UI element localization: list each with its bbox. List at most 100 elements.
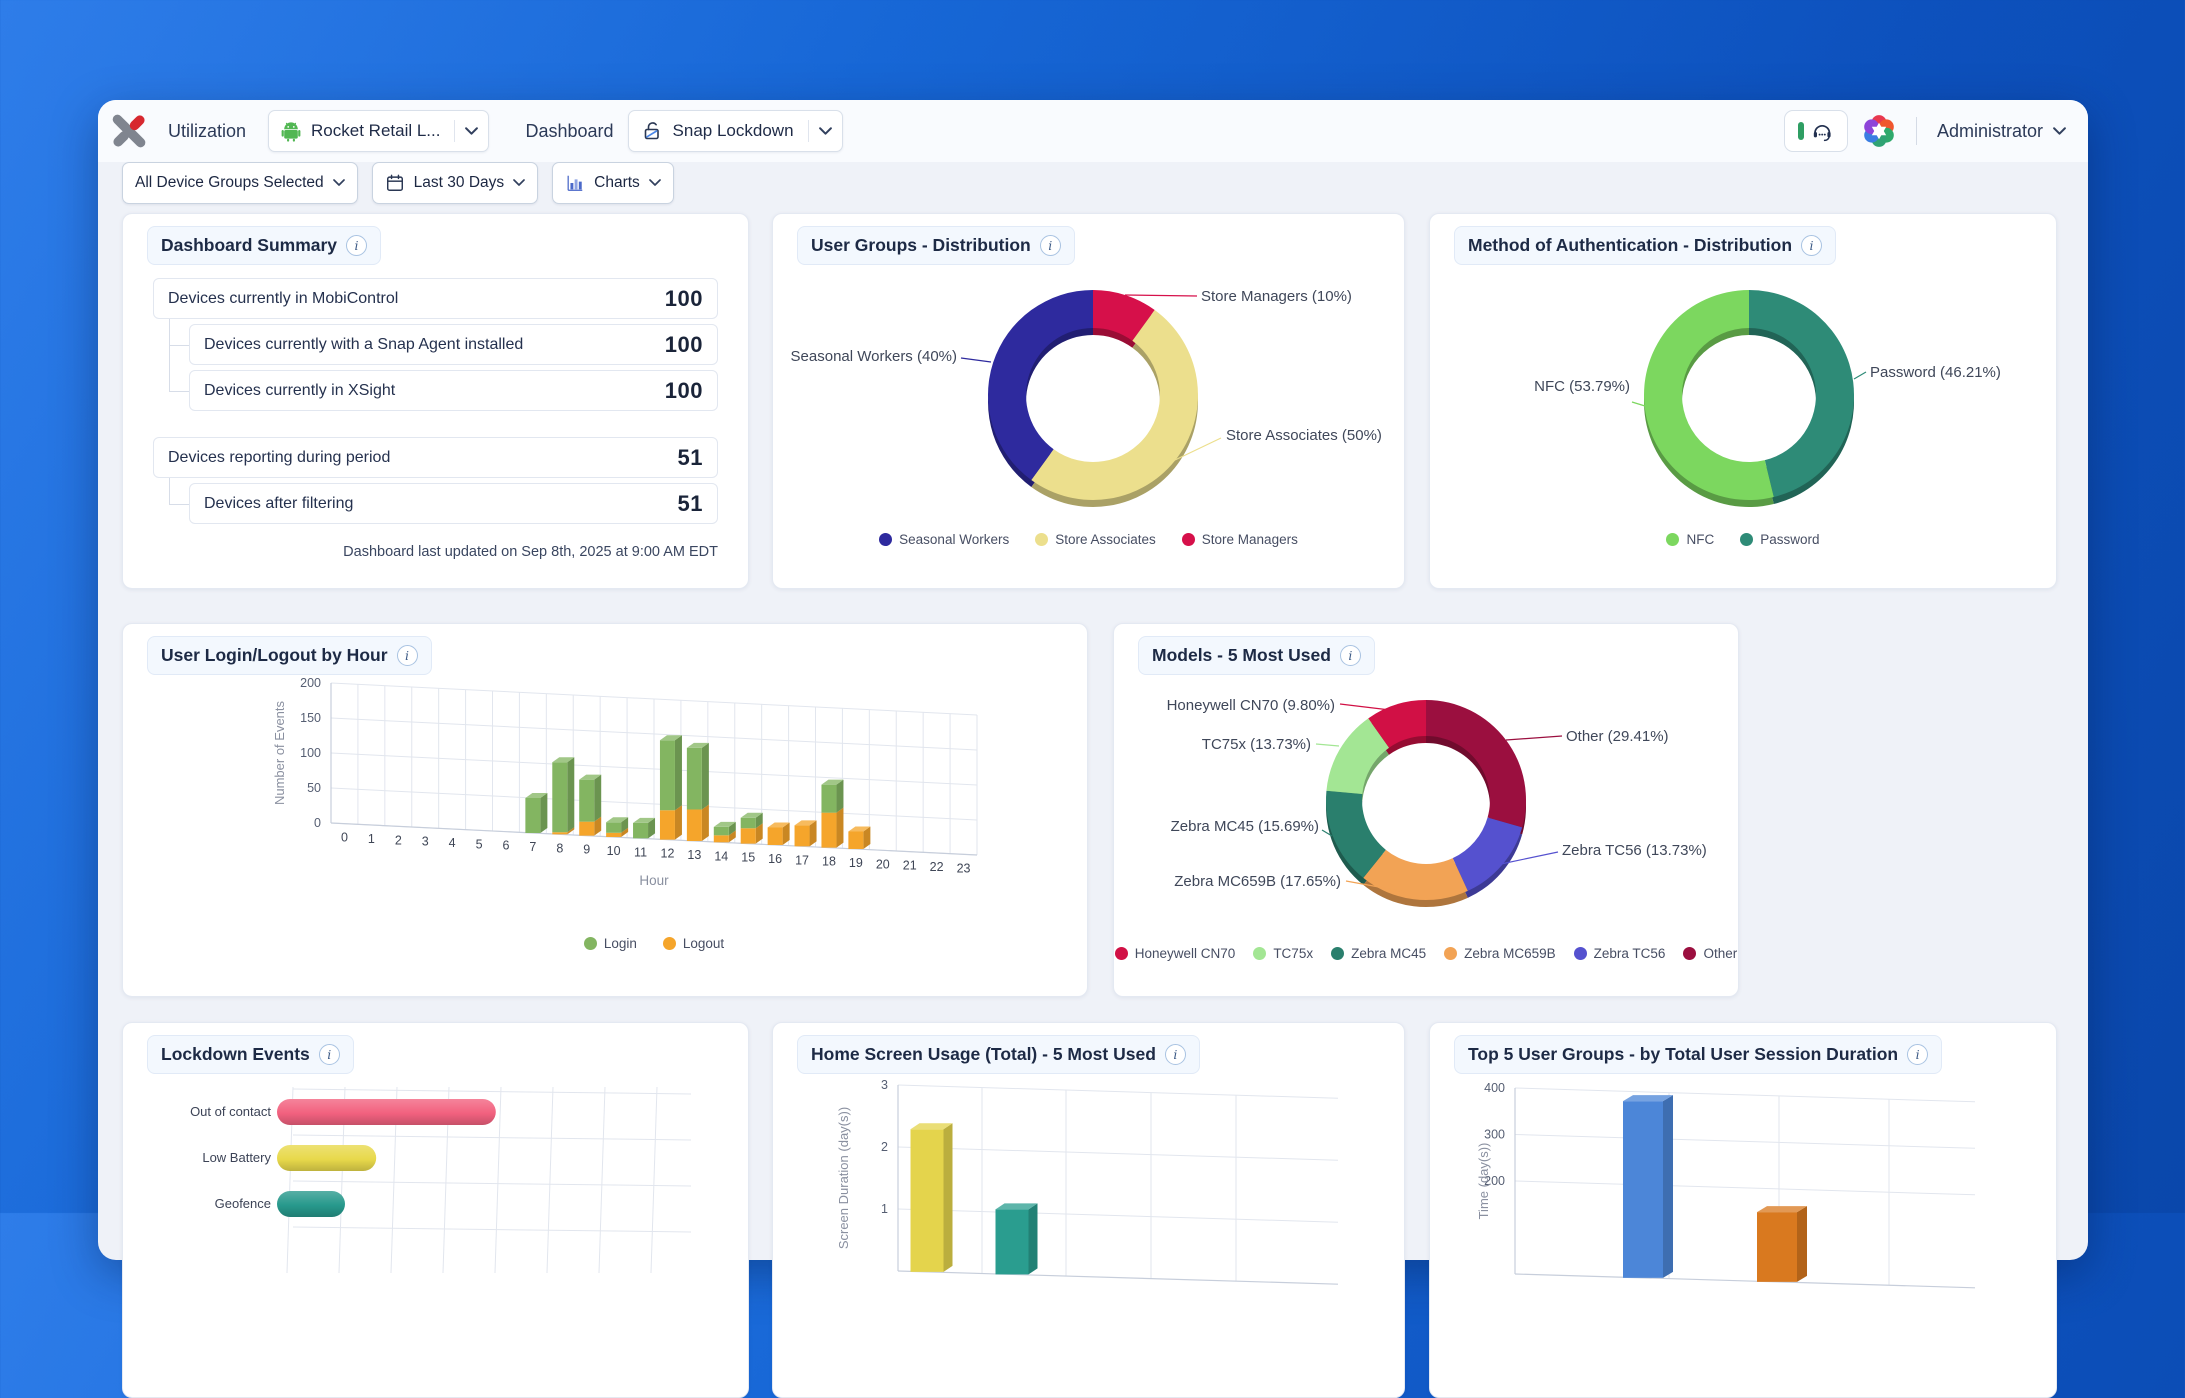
legend-swatch xyxy=(1115,947,1128,960)
summary-row-label: Devices reporting during period xyxy=(168,449,390,467)
donut-callout: Zebra MC659B (17.65%) xyxy=(1174,873,1341,890)
legend-item[interactable]: Store Managers xyxy=(1182,532,1298,547)
last-updated-text: Dashboard last updated on Sep 8th, 2025 … xyxy=(343,544,718,560)
device-group-dropdown[interactable]: Rocket Retail L... xyxy=(268,110,489,152)
info-icon[interactable]: i xyxy=(397,645,418,666)
svg-text:1: 1 xyxy=(881,1202,888,1216)
svg-text:8: 8 xyxy=(556,841,563,855)
donut-callout: Store Managers (10%) xyxy=(1201,288,1352,305)
dashboard-summary-card: Dashboard Summary i Devices currently in… xyxy=(122,213,749,589)
legend-item[interactable]: Zebra MC45 xyxy=(1331,946,1426,961)
legend-item[interactable]: Seasonal Workers xyxy=(879,532,1009,547)
legend-item[interactable]: Honeywell CN70 xyxy=(1115,946,1236,961)
user-menu[interactable]: Administrator xyxy=(1937,121,2066,142)
legend-label: Password xyxy=(1760,532,1819,547)
dashboard-selector-dropdown[interactable]: Snap Lockdown xyxy=(628,110,843,152)
lockdown-events-bar-chart[interactable]: Out of contactLow BatteryGeofence xyxy=(123,1023,748,1397)
svg-text:150: 150 xyxy=(300,711,321,725)
legend-item[interactable]: Password xyxy=(1740,532,1819,547)
info-icon[interactable]: i xyxy=(1907,1044,1928,1065)
card-title-chip: Dashboard Summary i xyxy=(147,226,381,265)
divider xyxy=(1916,117,1917,145)
chevron-down-icon xyxy=(513,179,525,187)
legend-label: Other xyxy=(1703,946,1737,961)
card-title-chip: Home Screen Usage (Total) - 5 Most Used … xyxy=(797,1035,1200,1074)
donut-callout: Other (29.41%) xyxy=(1566,728,1669,745)
legend-label: Logout xyxy=(683,936,724,951)
home-screen-usage-bar-chart[interactable]: 1 2 3 Screen Duration (day(s)) xyxy=(773,1023,1404,1397)
date-range-filter-label: Last 30 Days xyxy=(414,174,504,192)
info-icon[interactable]: i xyxy=(346,235,367,256)
svg-text:2: 2 xyxy=(881,1140,888,1154)
summary-row-value: 100 xyxy=(665,378,703,404)
svg-text:50: 50 xyxy=(307,781,321,795)
card-title-chip: Top 5 User Groups - by Total User Sessio… xyxy=(1454,1035,1942,1074)
legend-item[interactable]: Other xyxy=(1683,946,1737,961)
card-title: User Login/Logout by Hour xyxy=(161,645,388,666)
status-pill xyxy=(1798,122,1804,140)
donut-callout: Zebra MC45 (15.69%) xyxy=(1171,818,1319,835)
card-title-chip: User Groups - Distribution i xyxy=(797,226,1075,265)
svg-text:17: 17 xyxy=(795,853,809,867)
svg-text:3: 3 xyxy=(881,1078,888,1092)
legend-item[interactable]: NFC xyxy=(1666,532,1714,547)
lockdown-events-card: Out of contactLow BatteryGeofence Lockdo… xyxy=(122,1022,749,1398)
legend-item[interactable]: Login xyxy=(584,936,637,951)
svg-text:Screen Duration (day(s)): Screen Duration (day(s)) xyxy=(836,1107,851,1249)
legend-swatch xyxy=(1683,947,1696,960)
svg-text:11: 11 xyxy=(634,845,647,859)
card-title: User Groups - Distribution xyxy=(811,235,1031,256)
ai-star-icon[interactable] xyxy=(1862,114,1896,148)
summary-row-value: 100 xyxy=(665,286,703,312)
svg-text:2: 2 xyxy=(395,833,402,847)
info-icon[interactable]: i xyxy=(319,1044,340,1065)
summary-row: Devices after filtering 51 xyxy=(189,483,718,524)
chart-legend: Seasonal Workers Store Associates Store Ma… xyxy=(773,532,1404,547)
view-mode-filter[interactable]: Charts xyxy=(552,162,674,204)
legend-item[interactable]: Zebra MC659B xyxy=(1444,946,1556,961)
legend-item[interactable]: Logout xyxy=(663,936,724,951)
view-mode-filter-label: Charts xyxy=(594,174,640,192)
device-groups-filter[interactable]: All Device Groups Selected xyxy=(122,162,358,204)
card-title: Dashboard Summary xyxy=(161,235,337,256)
svg-text:100: 100 xyxy=(300,746,321,760)
legend-label: Honeywell CN70 xyxy=(1135,946,1236,961)
svg-text:21: 21 xyxy=(903,859,917,873)
summary-row-value: 51 xyxy=(678,445,703,471)
legend-label: TC75x xyxy=(1273,946,1313,961)
svg-text:13: 13 xyxy=(687,848,701,862)
info-icon[interactable]: i xyxy=(1165,1044,1186,1065)
user-menu-label: Administrator xyxy=(1937,121,2043,142)
svg-text:400: 400 xyxy=(1484,1081,1505,1095)
info-icon[interactable]: i xyxy=(1340,645,1361,666)
summary-row-value: 51 xyxy=(678,491,703,517)
section-label: Utilization xyxy=(168,121,246,142)
legend-swatch xyxy=(663,937,676,950)
support-button[interactable] xyxy=(1784,110,1848,152)
info-icon[interactable]: i xyxy=(1040,235,1061,256)
card-title: Models - 5 Most Used xyxy=(1152,645,1331,666)
login-logout-by-hour-card: 0501001502000123456789101112131415161718… xyxy=(122,623,1088,997)
date-range-filter[interactable]: Last 30 Days xyxy=(372,162,538,204)
donut-callout: Password (46.21%) xyxy=(1870,364,2001,381)
svg-text:1: 1 xyxy=(368,832,375,846)
legend-item[interactable]: TC75x xyxy=(1253,946,1313,961)
svg-text:20: 20 xyxy=(876,857,890,871)
svg-text:Number of Events: Number of Events xyxy=(272,700,287,805)
divider xyxy=(808,120,809,142)
legend-item[interactable]: Store Associates xyxy=(1035,532,1156,547)
dashboard-screen: { "header": { "logo_icon": "xsight-x-log… xyxy=(0,0,2185,1213)
auth-method-distribution-card: Method of Authentication - Distribution … xyxy=(1429,213,2057,589)
chevron-down-icon xyxy=(465,127,478,136)
top5-user-groups-bar-chart[interactable]: 200300400Time (day(s)) xyxy=(1430,1023,2056,1397)
svg-text:4: 4 xyxy=(449,836,456,850)
legend-swatch xyxy=(1444,947,1457,960)
svg-text:5: 5 xyxy=(476,837,483,851)
svg-text:Time (day(s)): Time (day(s)) xyxy=(1476,1143,1491,1220)
header-right-cluster: Administrator xyxy=(1784,110,2066,152)
legend-swatch xyxy=(1574,947,1587,960)
info-icon[interactable]: i xyxy=(1801,235,1822,256)
xsight-logo-icon[interactable] xyxy=(110,112,148,150)
donut-callout: Zebra TC56 (13.73%) xyxy=(1562,842,1707,859)
legend-item[interactable]: Zebra TC56 xyxy=(1574,946,1666,961)
